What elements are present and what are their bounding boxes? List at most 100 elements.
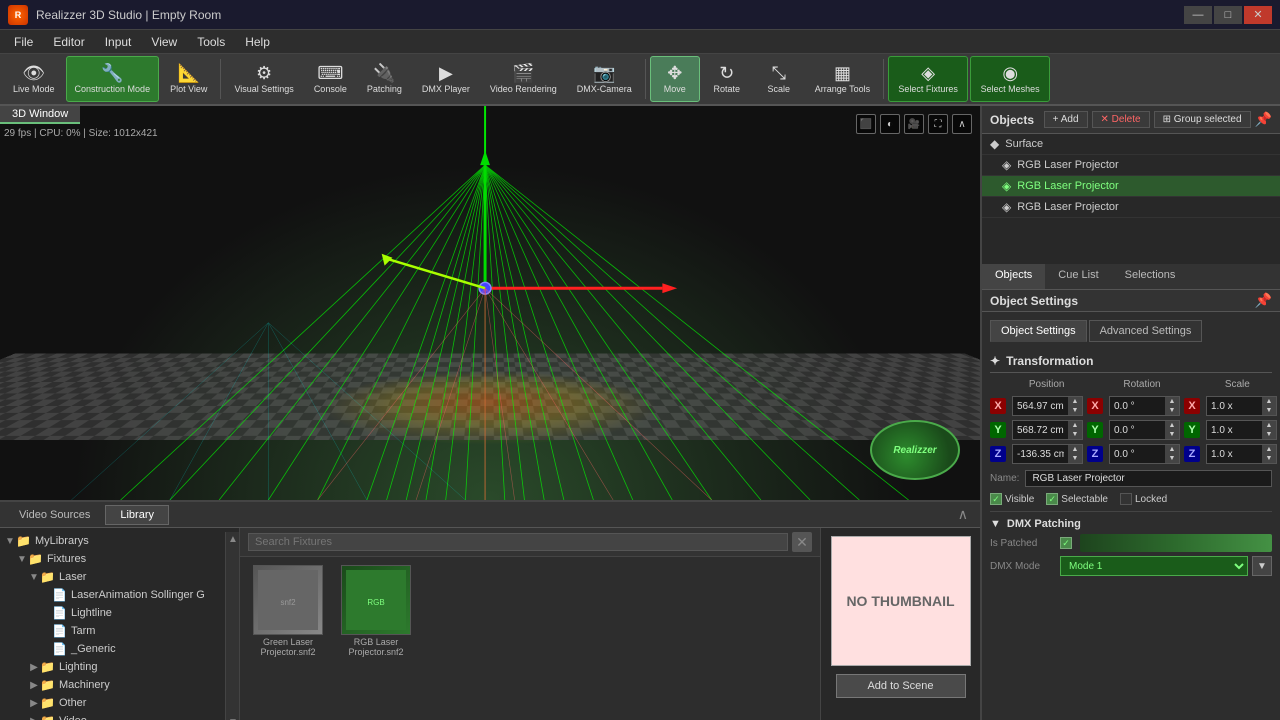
search-clear-button[interactable]: ✕ <box>792 532 812 552</box>
library-item-green-laser[interactable]: snf2 Green Laser Projector.snf2 <box>248 565 328 657</box>
bottom-panel-close[interactable]: ∧ <box>950 506 976 523</box>
pos-z-up[interactable]: ▲ <box>1068 445 1082 454</box>
viewport-ctrl-camera[interactable]: 🎥 <box>904 114 924 134</box>
select-meshes-button[interactable]: ◉ Select Meshes <box>970 56 1050 102</box>
scale-x-up[interactable]: ▲ <box>1262 397 1276 406</box>
add-object-button[interactable]: + Add <box>1044 111 1088 128</box>
tree-item-other[interactable]: ▶ 📁 Other <box>0 694 225 712</box>
tree-item-generic[interactable]: 📄 _Generic <box>0 640 225 658</box>
tree-item-machinery[interactable]: ▶ 📁 Machinery <box>0 676 225 694</box>
scale-y-up[interactable]: ▲ <box>1262 421 1276 430</box>
tree-item-tarm[interactable]: 📄 Tarm <box>0 622 225 640</box>
pos-y-down[interactable]: ▼ <box>1068 430 1082 439</box>
viewport-ctrl-close[interactable]: ∧ <box>952 114 972 134</box>
add-to-scene-button[interactable]: Add to Scene <box>836 674 966 698</box>
tree-scroll-up[interactable]: ▲ <box>228 534 238 545</box>
tree-item-video[interactable]: ▶ 📁 Video <box>0 712 225 720</box>
patching-button[interactable]: 🔌 Patching <box>358 56 411 102</box>
obj-item-laser2[interactable]: ◈ RGB Laser Projector <box>982 176 1280 197</box>
pos-y-up[interactable]: ▲ <box>1068 421 1082 430</box>
pos-x-input[interactable] <box>1013 399 1068 414</box>
obj-item-surface[interactable]: ◆ Surface <box>982 134 1280 155</box>
transformation-header[interactable]: ✦ Transformation <box>990 350 1272 373</box>
visible-checkbox-label[interactable]: ✓ Visible <box>990 493 1034 505</box>
visual-settings-button[interactable]: ⚙ Visual Settings <box>225 56 302 102</box>
right-tab-selections[interactable]: Selections <box>1112 264 1189 289</box>
menu-tools[interactable]: Tools <box>187 33 235 51</box>
rot-y-up[interactable]: ▲ <box>1165 421 1179 430</box>
menu-input[interactable]: Input <box>95 33 142 51</box>
settings-tab-advanced[interactable]: Advanced Settings <box>1089 320 1203 342</box>
pos-y-input[interactable] <box>1013 423 1068 438</box>
selectable-checkbox[interactable]: ✓ <box>1046 493 1058 505</box>
visible-checkbox[interactable]: ✓ <box>990 493 1002 505</box>
menu-help[interactable]: Help <box>235 33 280 51</box>
obj-item-laser1[interactable]: ◈ RGB Laser Projector <box>982 155 1280 176</box>
scale-z-down[interactable]: ▼ <box>1262 454 1276 463</box>
library-item-rgb-laser[interactable]: RGB RGB Laser Projector.snf2 <box>336 565 416 657</box>
right-tab-objects[interactable]: Objects <box>982 264 1045 289</box>
objects-panel-pin[interactable]: 📌 <box>1255 111 1272 128</box>
locked-checkbox[interactable] <box>1120 493 1132 505</box>
move-button[interactable]: ✥ Move <box>650 56 700 102</box>
plot-view-button[interactable]: 📐 Plot View <box>161 56 216 102</box>
close-button[interactable]: ✕ <box>1244 6 1272 24</box>
scale-y-down[interactable]: ▼ <box>1262 430 1276 439</box>
rot-x-input[interactable] <box>1110 399 1165 414</box>
object-settings-pin[interactable]: 📌 <box>1255 292 1272 309</box>
viewport-ctrl-2[interactable]: ◐ <box>880 114 900 134</box>
tree-item-lightline[interactable]: 📄 Lightline <box>0 604 225 622</box>
rot-z-up[interactable]: ▲ <box>1165 445 1179 454</box>
rotate-button[interactable]: ↻ Rotate <box>702 56 752 102</box>
tab-video-sources[interactable]: Video Sources <box>4 505 105 525</box>
is-patched-checkbox[interactable]: ✓ <box>1060 537 1072 549</box>
scale-z-up[interactable]: ▲ <box>1262 445 1276 454</box>
viewport-ctrl-fullscreen[interactable]: ⛶ <box>928 114 948 134</box>
tree-item-laser[interactable]: ▼ 📁 Laser <box>0 568 225 586</box>
scale-button[interactable]: ⤡ Scale <box>754 56 804 102</box>
delete-object-button[interactable]: ✕ Delete <box>1092 111 1150 128</box>
menu-editor[interactable]: Editor <box>43 33 94 51</box>
live-mode-button[interactable]: 👁 Live Mode <box>4 56 64 102</box>
group-objects-button[interactable]: ⊞ Group selected <box>1154 111 1251 128</box>
right-tab-cue-list[interactable]: Cue List <box>1045 264 1111 289</box>
search-input[interactable] <box>248 533 788 551</box>
pos-x-up[interactable]: ▲ <box>1068 397 1082 406</box>
settings-tab-object[interactable]: Object Settings <box>990 320 1087 342</box>
select-fixtures-button[interactable]: ◈ Select Fixtures <box>888 56 968 102</box>
rot-z-down[interactable]: ▼ <box>1165 454 1179 463</box>
rot-x-up[interactable]: ▲ <box>1165 397 1179 406</box>
scale-z-input[interactable] <box>1207 447 1262 462</box>
tree-item-laseranimation[interactable]: 📄 LaserAnimation Sollinger G <box>0 586 225 604</box>
selectable-checkbox-label[interactable]: ✓ Selectable <box>1046 493 1108 505</box>
dmx-player-button[interactable]: ▶ DMX Player <box>413 56 479 102</box>
scale-x-down[interactable]: ▼ <box>1262 406 1276 415</box>
maximize-button[interactable]: □ <box>1214 6 1242 24</box>
minimize-button[interactable]: — <box>1184 6 1212 24</box>
video-rendering-button[interactable]: 🎬 Video Rendering <box>481 56 566 102</box>
rot-z-input[interactable] <box>1110 447 1165 462</box>
tree-item-mylibs[interactable]: ▼ 📁 MyLibrarys <box>0 532 225 550</box>
construction-mode-button[interactable]: 🔧 Construction Mode <box>66 56 160 102</box>
rot-x-down[interactable]: ▼ <box>1165 406 1179 415</box>
viewport-ctrl-1[interactable]: ⬛ <box>856 114 876 134</box>
menu-file[interactable]: File <box>4 33 43 51</box>
dmx-mode-select[interactable]: Mode 1 Mode 2 <box>1060 556 1248 576</box>
menu-view[interactable]: View <box>141 33 187 51</box>
console-button[interactable]: ⌨ Console <box>305 56 356 102</box>
pos-z-down[interactable]: ▼ <box>1068 454 1082 463</box>
dmx-mode-dropdown-btn[interactable]: ▼ <box>1252 556 1272 576</box>
rot-y-input[interactable] <box>1110 423 1165 438</box>
scale-y-input[interactable] <box>1207 423 1262 438</box>
pos-z-input[interactable] <box>1013 447 1068 462</box>
viewport-3d[interactable]: 3D Window 29 fps | CPU: 0% | Size: 1012x… <box>0 106 980 500</box>
dmx-camera-button[interactable]: 📷 DMX-Camera <box>568 56 641 102</box>
tree-item-fixtures[interactable]: ▼ 📁 Fixtures <box>0 550 225 568</box>
arrange-tools-button[interactable]: ▦ Arrange Tools <box>806 56 879 102</box>
tab-library[interactable]: Library <box>105 505 169 525</box>
dmx-patching-header[interactable]: ▼ DMX Patching <box>990 518 1272 530</box>
scale-x-input[interactable] <box>1207 399 1262 414</box>
obj-item-laser3[interactable]: ◈ RGB Laser Projector <box>982 197 1280 218</box>
viewport-tab-label[interactable]: 3D Window <box>0 106 80 124</box>
rot-y-down[interactable]: ▼ <box>1165 430 1179 439</box>
